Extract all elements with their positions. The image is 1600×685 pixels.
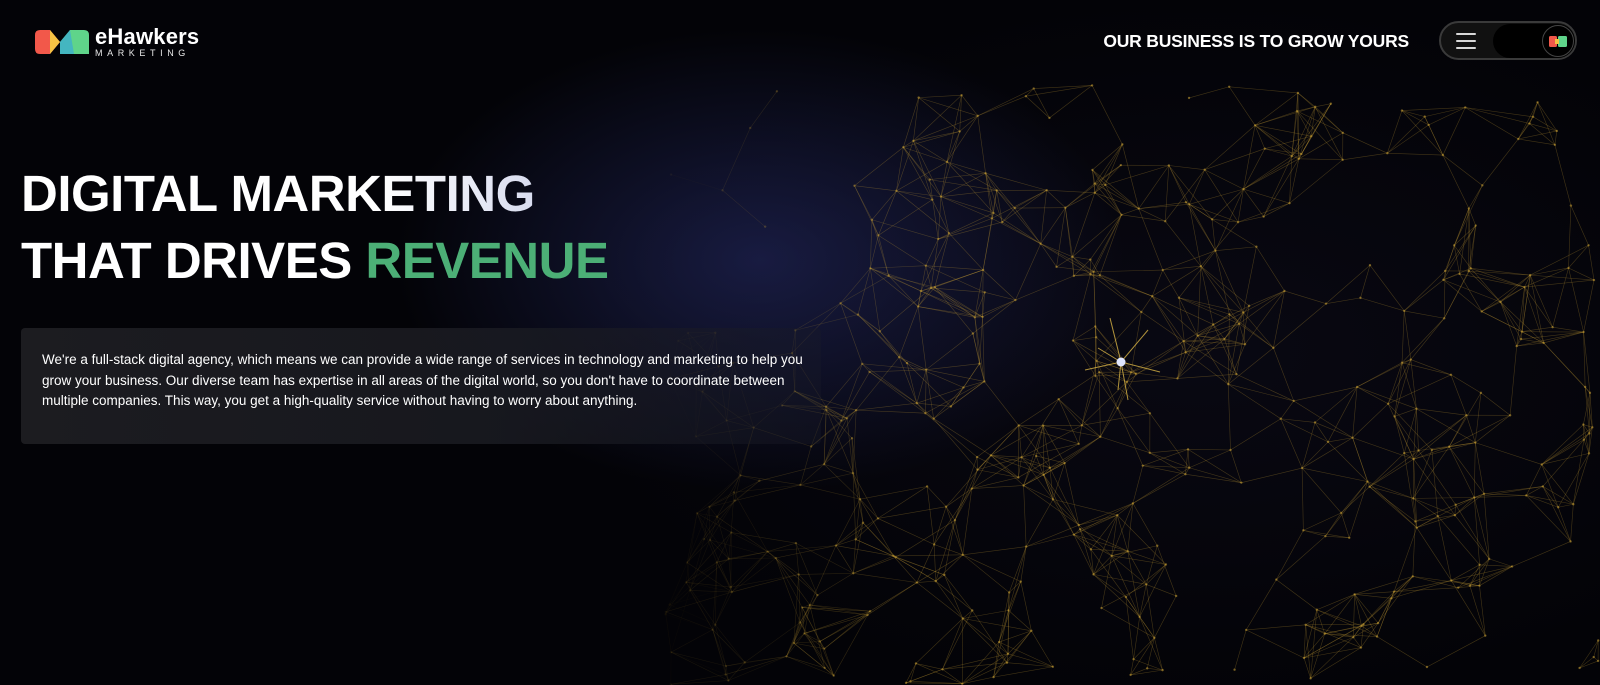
hero-heading: DIGITAL MARKETING THAT DRIVES REVENUE <box>21 160 609 294</box>
theme-toggle[interactable] <box>1493 24 1575 58</box>
hero-heading-accent: REVENUE <box>365 232 609 289</box>
toggle-knob <box>1542 25 1574 57</box>
cursor-node <box>1084 317 1161 401</box>
header-tagline: OUR BUSINESS IS TO GROW YOURS <box>1103 31 1409 51</box>
hero-description: We're a full-stack digital agency, which… <box>42 352 803 408</box>
logo-mark-icon <box>35 30 89 54</box>
logo-name: eHawkers <box>95 24 200 49</box>
logo-subtitle: MARKETING <box>95 48 190 58</box>
logo-badge-icon <box>1549 35 1567 47</box>
hero-heading-line1: DIGITAL MARKETING <box>21 165 535 222</box>
hamburger-menu-icon[interactable] <box>1451 29 1481 53</box>
nav-controls <box>1439 21 1577 60</box>
logo-text: eHawkers MARKETING <box>95 26 199 58</box>
description-card: We're a full-stack digital agency, which… <box>21 328 821 444</box>
hero-page: eHawkers MARKETING OUR BUSINESS IS TO GR… <box>0 0 1600 685</box>
hero-heading-line2-prefix: THAT DRIVES <box>21 232 352 289</box>
brand-logo[interactable]: eHawkers MARKETING <box>33 24 199 60</box>
